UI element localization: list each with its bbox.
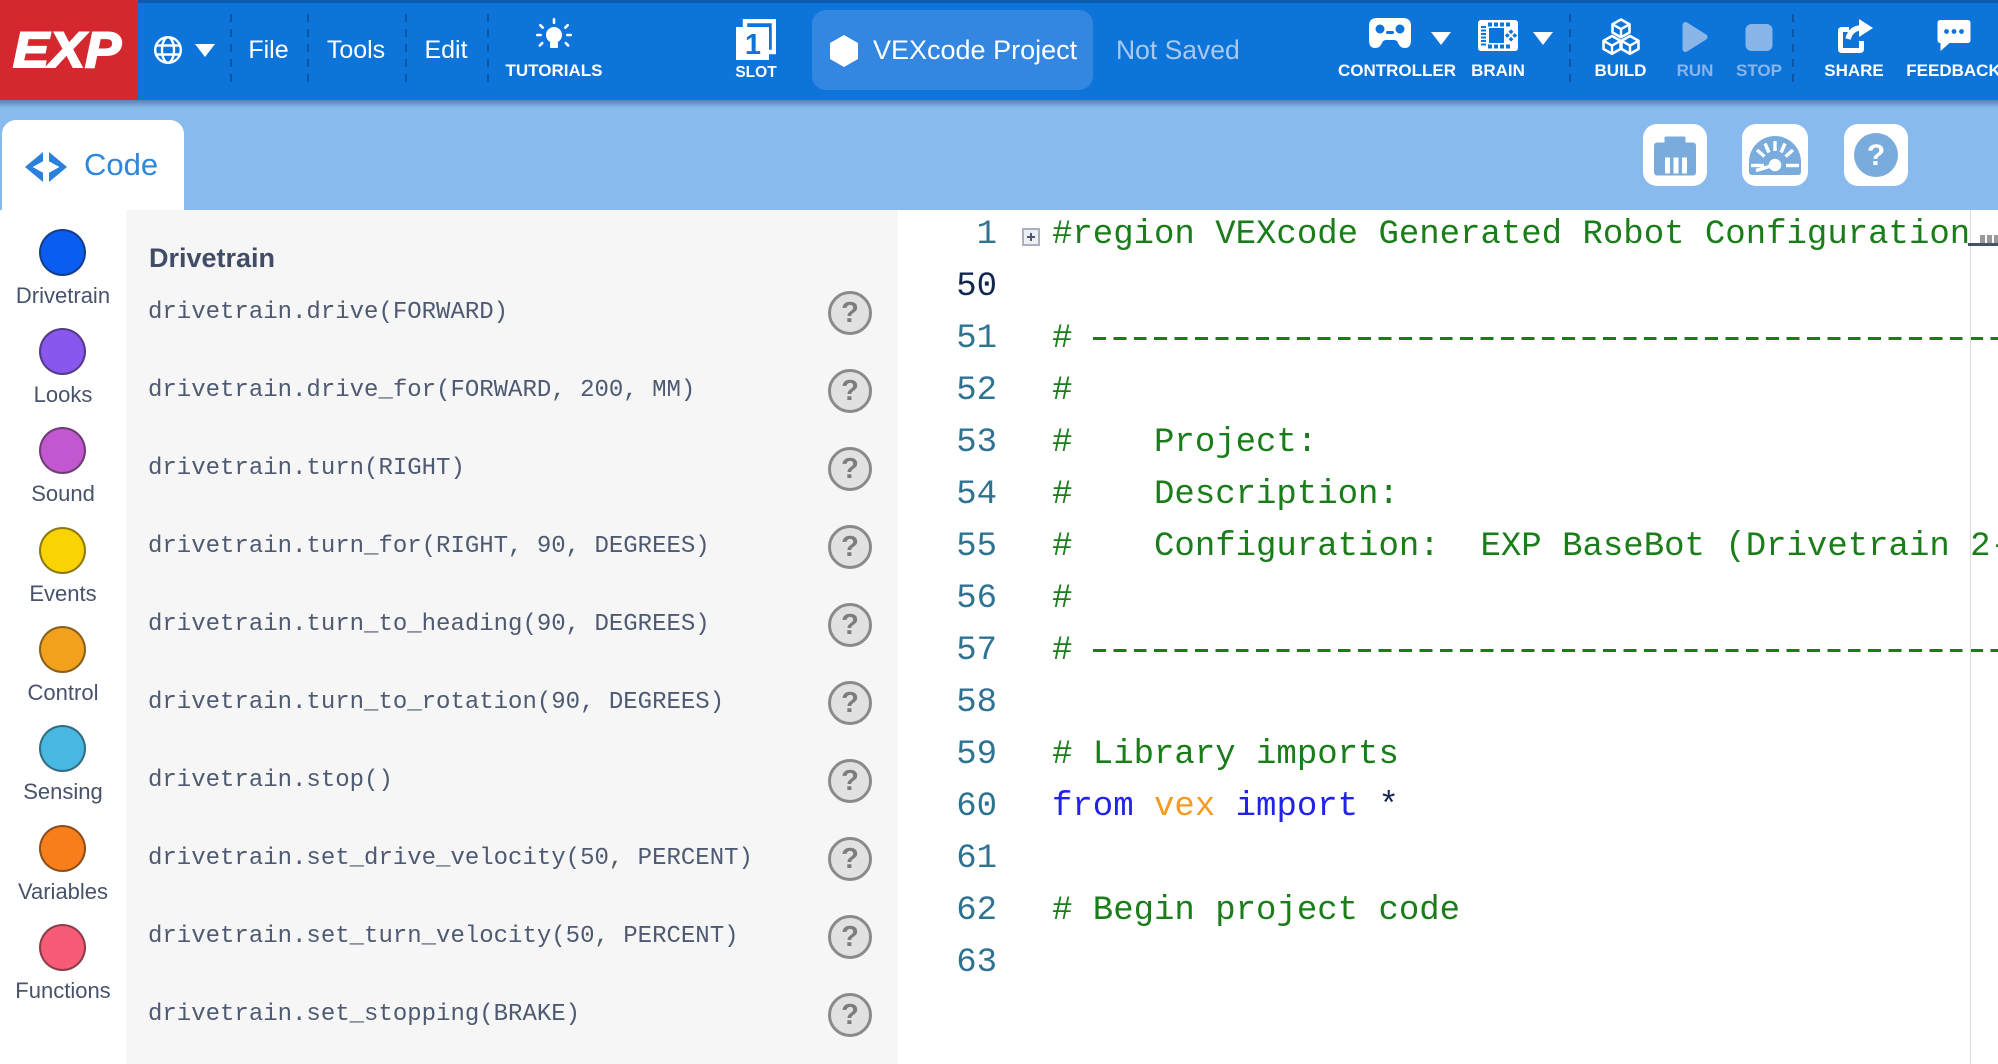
svg-text:?: ? bbox=[1867, 139, 1885, 172]
svg-text:1: 1 bbox=[745, 29, 761, 61]
